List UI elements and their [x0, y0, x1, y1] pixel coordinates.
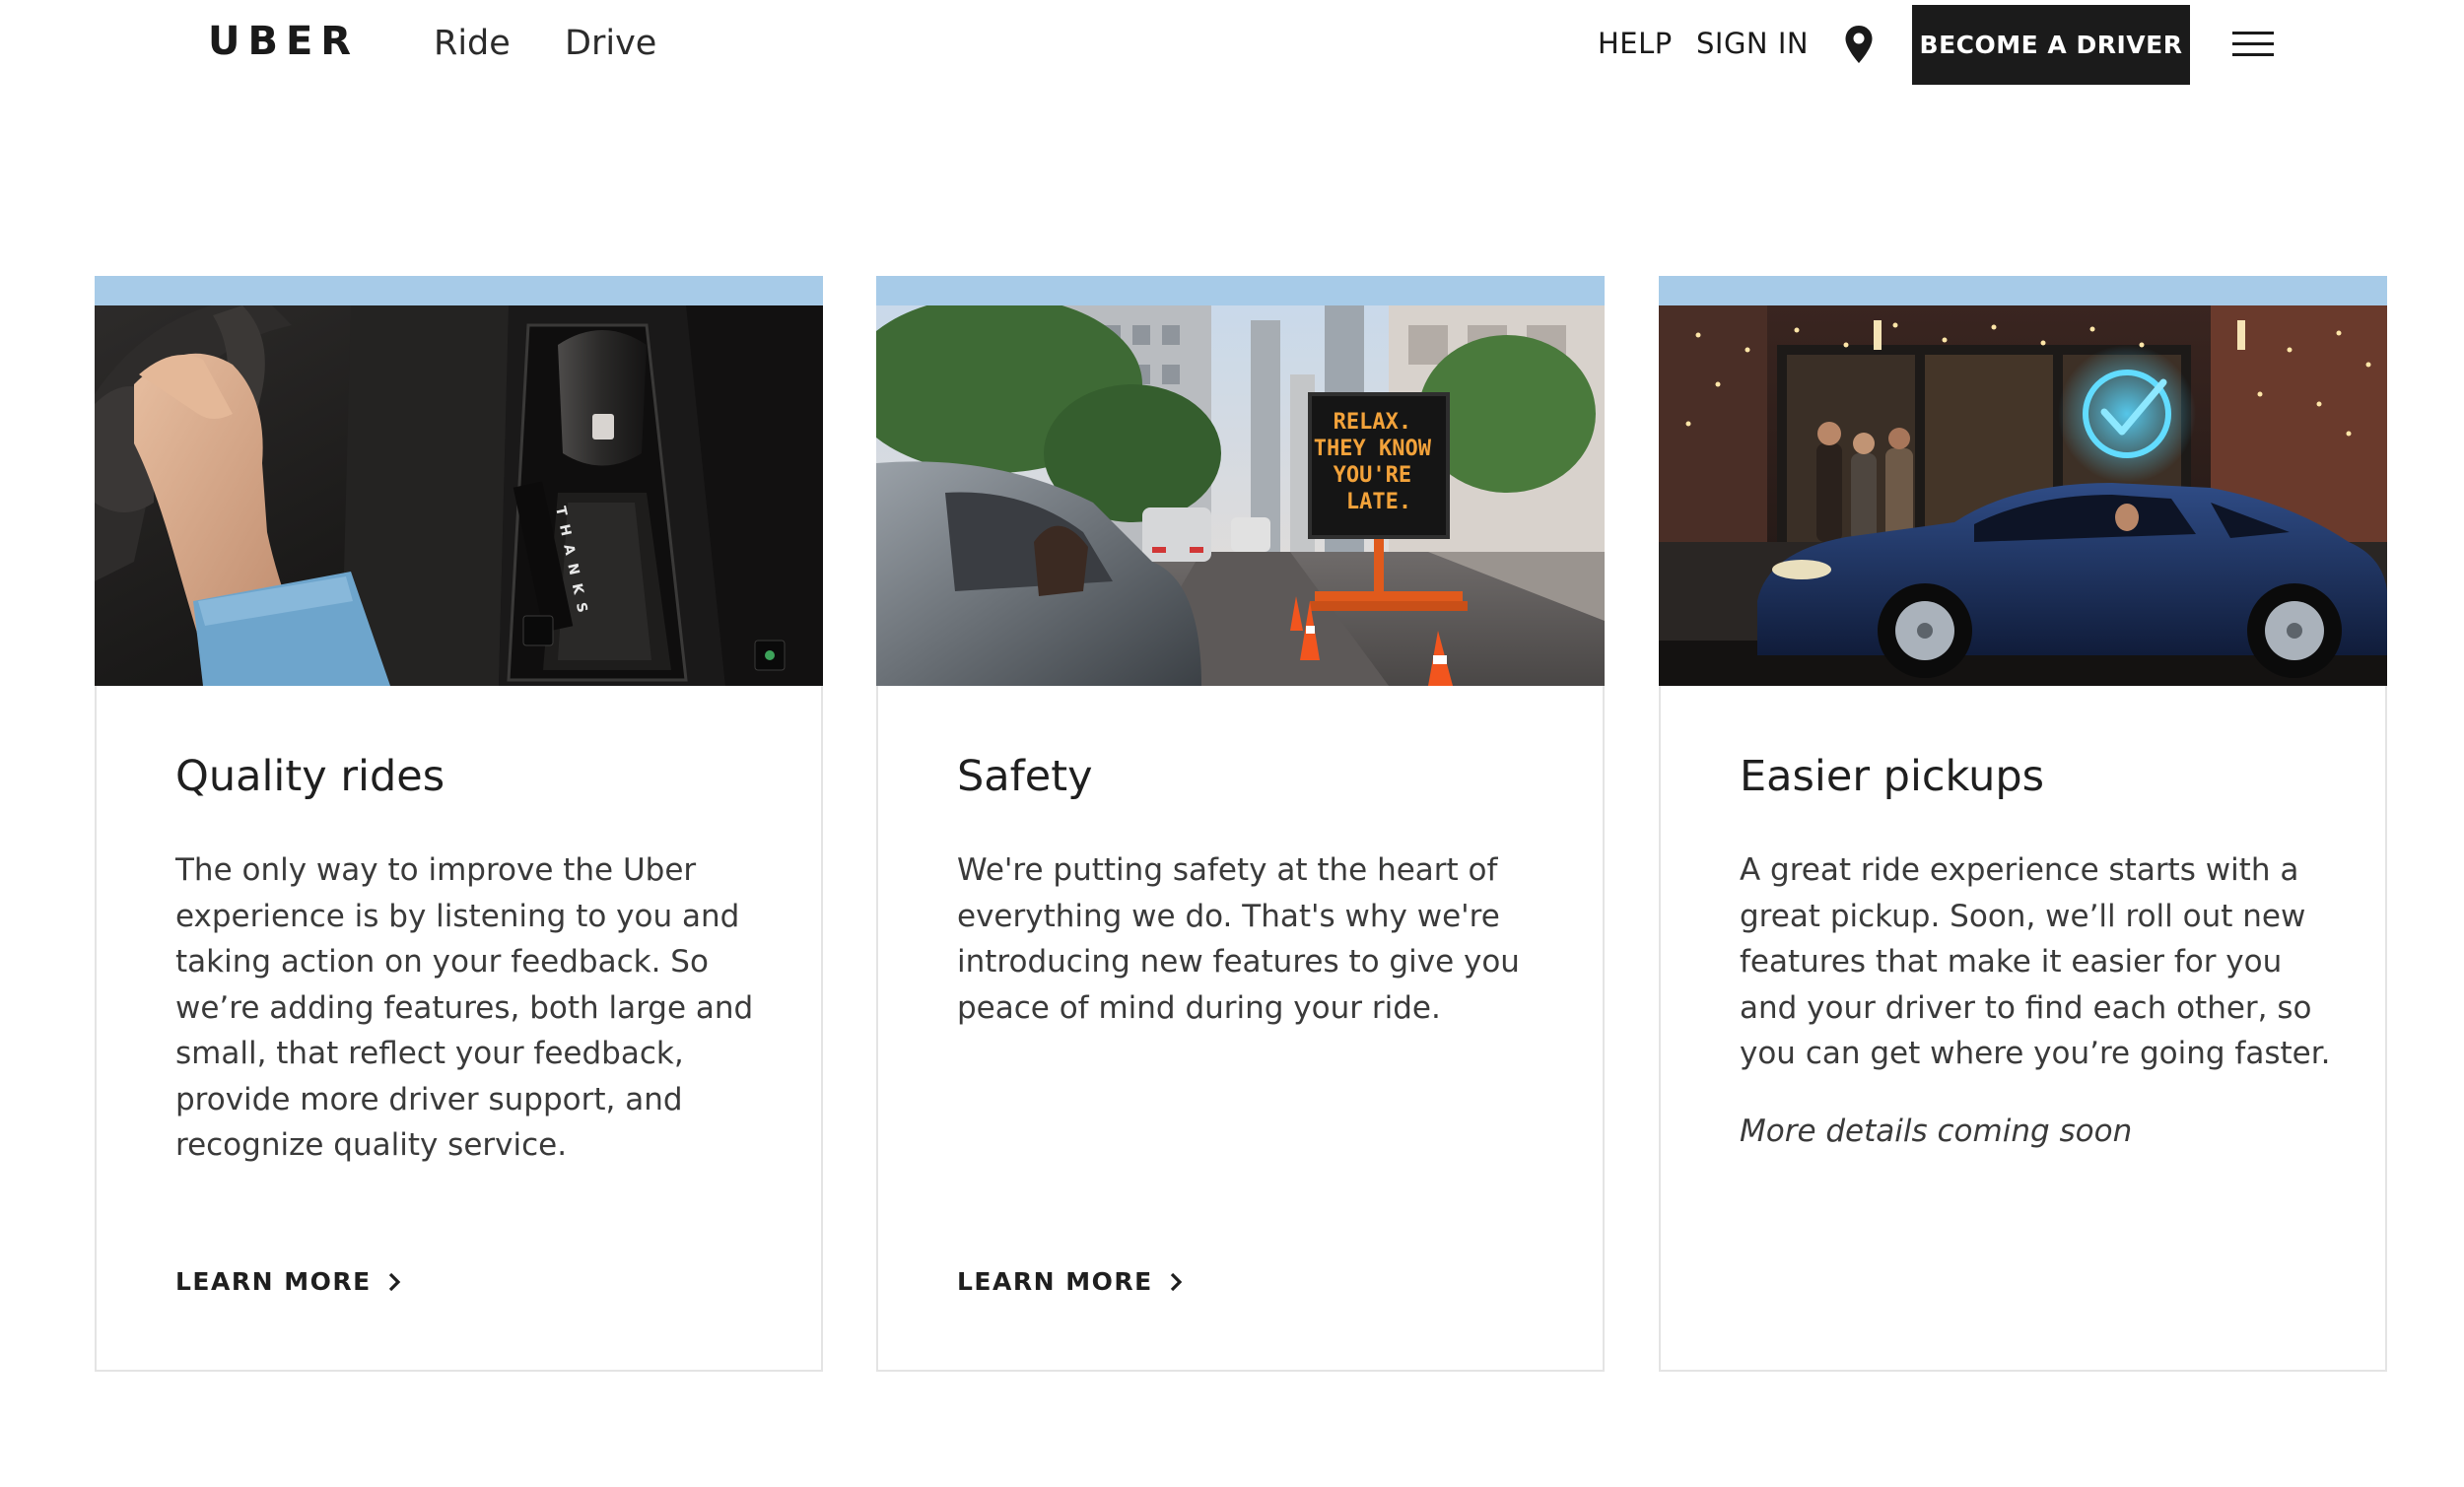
card-accent-bar [95, 276, 823, 305]
learn-more-label: LEARN MORE [175, 1267, 372, 1296]
card-title: Safety [957, 752, 1093, 801]
learn-more-label: LEARN MORE [957, 1267, 1153, 1296]
site-header: UBER Ride Drive HELP SIGN IN BECOME A DR… [0, 0, 2464, 99]
chevron-right-icon [1170, 1272, 1182, 1292]
sign-in-link[interactable]: SIGN IN [1696, 22, 1809, 65]
nav-drive-link[interactable]: Drive [565, 20, 656, 67]
become-a-driver-button[interactable]: BECOME A DRIVER [1912, 5, 2190, 85]
traffic-sign-image: RELAX. THEY KNOW YOU'RE LATE. [876, 305, 1605, 686]
hamburger-menu-icon[interactable] [2232, 32, 2274, 57]
chevron-right-icon [388, 1272, 400, 1292]
sign-line-3: YOU'RE [1334, 463, 1411, 488]
card-quality-rides: THANKS Quality rides The only way to imp… [95, 276, 823, 1372]
card-title: Easier pickups [1740, 752, 2045, 801]
card-title: Quality rides [175, 752, 445, 801]
nav-ride-link[interactable]: Ride [434, 20, 511, 67]
uber-logo[interactable]: UBER [208, 14, 359, 69]
night-pickup-image [1659, 305, 2387, 686]
become-a-driver-label: BECOME A DRIVER [1919, 31, 2183, 59]
gear-shifter-image: THANKS [95, 305, 823, 686]
map-pin-icon[interactable] [1844, 25, 1874, 64]
help-link[interactable]: HELP [1598, 22, 1673, 65]
sign-line-2: THEY KNOW [1314, 437, 1432, 461]
card-accent-bar [1659, 276, 2387, 305]
card-description: The only way to improve the Uber experie… [175, 852, 754, 1163]
learn-more-link[interactable]: LEARN MORE [175, 1262, 401, 1302]
coming-soon-note: More details coming soon [1740, 1114, 2133, 1149]
card-description: A great ride experience starts with a gr… [1740, 852, 2331, 1071]
sign-line-4: LATE. [1346, 490, 1411, 514]
card-description: We're putting safety at the heart of eve… [957, 852, 1520, 1026]
sign-line-1: RELAX. [1334, 410, 1411, 435]
card-accent-bar [876, 276, 1605, 305]
learn-more-link[interactable]: LEARN MORE [957, 1262, 1183, 1302]
card-safety: RELAX. THEY KNOW YOU'RE LATE. Safety We'… [876, 276, 1605, 1372]
card-easier-pickups: Easier pickups A great ride experience s… [1659, 276, 2387, 1372]
